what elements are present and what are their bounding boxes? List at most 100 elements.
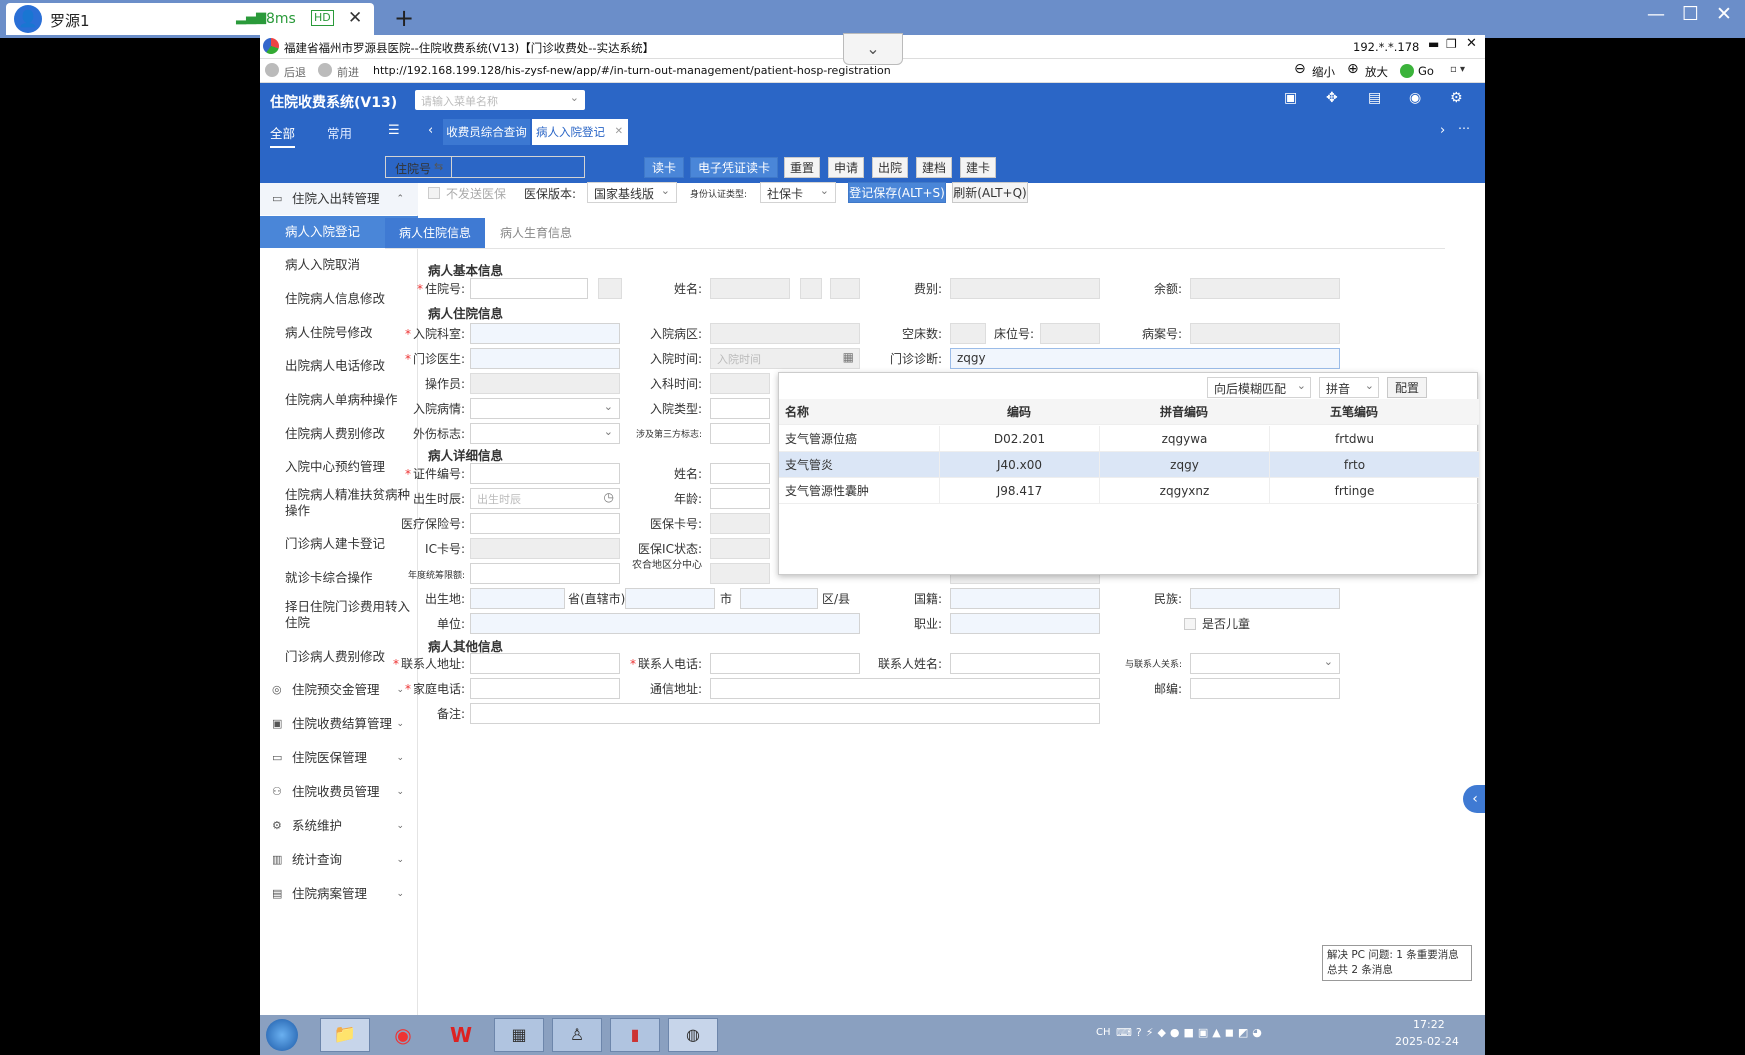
tabs-more-icon[interactable]: ⋯: [1458, 121, 1470, 135]
birth-input[interactable]: 出生时辰 ◷: [470, 488, 620, 509]
sidebar-group-records[interactable]: ▤ 住院病案管理 ⌄: [260, 878, 418, 910]
nav-common-tab[interactable]: 常用: [327, 123, 352, 142]
collapse-toolbar-chevron-icon[interactable]: ⌄: [843, 33, 903, 65]
discharge-button[interactable]: 出院: [872, 157, 908, 178]
window-minimize-icon[interactable]: —: [1647, 4, 1665, 25]
city-input[interactable]: [625, 588, 715, 609]
fee-type-input[interactable]: [950, 278, 1100, 299]
hosp-no-search[interactable]: 住院号 ⇆: [385, 156, 585, 178]
hosp-no-aux[interactable]: [598, 278, 622, 299]
annual-total-input[interactable]: [470, 563, 620, 584]
dept-input[interactable]: [470, 323, 620, 344]
injury-select[interactable]: ⌄: [470, 423, 620, 444]
outer-tab-close-icon[interactable]: ✕: [348, 8, 362, 28]
system-notification[interactable]: 解决 PC 问题: 1 条重要消息 总共 2 条消息: [1322, 945, 1472, 981]
id-no-input[interactable]: [470, 463, 620, 484]
menu-icon[interactable]: ▫ ▾: [1450, 64, 1465, 75]
screen-icon[interactable]: ▣: [1284, 90, 1297, 106]
refresh-button[interactable]: 刷新(ALT+Q): [952, 182, 1028, 203]
app-icon-2[interactable]: ♙: [552, 1018, 602, 1052]
province-input[interactable]: [470, 588, 565, 609]
hosp-no-input[interactable]: [470, 278, 588, 299]
ins-ic-status-input[interactable]: [710, 538, 770, 559]
bed-no-input[interactable]: [1040, 323, 1100, 344]
hamburger-icon[interactable]: ☰: [388, 123, 400, 138]
zoom-out-icon[interactable]: ⊖: [1294, 61, 1306, 77]
eye-icon[interactable]: ◉: [1409, 90, 1421, 106]
dropdown-row[interactable]: 支气管源性囊肿 J98.417 zqgyxnz frtinge: [779, 478, 1479, 504]
doctor-input[interactable]: [470, 348, 620, 369]
browser-close-icon[interactable]: ✕: [1466, 36, 1477, 51]
operator-input[interactable]: [470, 373, 620, 394]
plugin-icon[interactable]: ✥: [1326, 90, 1338, 106]
save-registration-button[interactable]: 登记保存(ALT+S): [848, 182, 946, 203]
mail-addr-input[interactable]: [710, 678, 1100, 699]
name-aux-1[interactable]: [800, 278, 822, 299]
nav-all-tab[interactable]: 全部: [270, 123, 296, 148]
sidebar-group-stats[interactable]: ▥ 统计查询 ⌄: [260, 844, 418, 876]
tab-close-icon[interactable]: ✕: [615, 119, 623, 145]
is-child-checkbox[interactable]: [1184, 618, 1196, 630]
ic-no-input[interactable]: [470, 538, 620, 559]
explorer-icon[interactable]: 📁: [320, 1018, 370, 1052]
nationality-input[interactable]: [950, 588, 1100, 609]
room-no-input[interactable]: [1190, 323, 1340, 344]
sidebar-group-admission[interactable]: ▭ 住院入出转管理 ⌃: [260, 183, 418, 215]
unit-input[interactable]: [470, 613, 860, 634]
balance-input[interactable]: [1190, 278, 1340, 299]
op-diag-input[interactable]: zqgy: [950, 348, 1340, 369]
sidebar-group-system[interactable]: ⚙ 系统维护 ⌄: [260, 810, 418, 842]
wps-icon[interactable]: W: [436, 1018, 486, 1052]
ime-label[interactable]: CH: [1096, 1027, 1111, 1038]
swap-icon[interactable]: ⇆: [434, 160, 443, 173]
input-mode-select[interactable]: 拼音 ⌄: [1319, 377, 1379, 398]
tab-birth-info[interactable]: 病人生育信息: [500, 218, 590, 248]
sidebar-item-cancel[interactable]: 病人入院取消: [260, 249, 418, 281]
rural-area-input[interactable]: [710, 563, 770, 584]
archive-button[interactable]: 建档: [916, 157, 952, 178]
no-insurance-checkbox[interactable]: [428, 187, 440, 199]
side-panel-toggle-icon[interactable]: ‹: [1463, 785, 1487, 813]
dropdown-row-selected[interactable]: 支气管炎 J40.x00 zqgy frto: [779, 452, 1479, 478]
contact-addr-input[interactable]: [470, 653, 620, 674]
his-app-icon[interactable]: ◍: [668, 1018, 718, 1052]
name-aux-2[interactable]: [830, 278, 860, 299]
clock-icon[interactable]: ◷: [604, 490, 614, 504]
apply-button[interactable]: 申请: [828, 157, 864, 178]
menu-search-input[interactable]: 请输入菜单名称 ⌄: [415, 90, 585, 110]
name-input[interactable]: [710, 278, 790, 299]
admit-time-input[interactable]: 入院时间 ▦: [710, 348, 860, 369]
zoom-out-button[interactable]: 缩小: [1312, 64, 1335, 80]
back-icon[interactable]: [265, 63, 279, 77]
back-button[interactable]: 后退: [284, 64, 306, 80]
e-voucher-button[interactable]: 电子凭证读卡: [690, 157, 778, 178]
app-icon-1[interactable]: ▦: [494, 1018, 544, 1052]
home-phone-input[interactable]: [470, 678, 620, 699]
dropdown-row[interactable]: 支气管源位癌 D02.201 zqgywa frtdwu: [779, 426, 1479, 452]
dropdown-config-button[interactable]: 配置: [1387, 377, 1427, 398]
tray-icons[interactable]: ⌨?⚡◆●■▣▲◼◩◕: [1116, 1026, 1266, 1039]
browser-minimize-icon[interactable]: ▬: [1428, 37, 1439, 51]
zoom-in-button[interactable]: 放大: [1365, 64, 1388, 80]
name2-input[interactable]: [710, 463, 770, 484]
url-field[interactable]: http://192.168.199.128/his-zysf-new/app/…: [373, 64, 891, 77]
sidebar-group-insurance[interactable]: ▭ 住院医保管理 ⌄: [260, 742, 418, 774]
document-icon[interactable]: ▤: [1368, 90, 1381, 106]
calendar-icon[interactable]: ▦: [843, 350, 854, 364]
database-icon[interactable]: ▮: [610, 1018, 660, 1052]
age-input[interactable]: [710, 488, 770, 509]
forward-icon[interactable]: [318, 63, 332, 77]
new-tab-icon[interactable]: +: [394, 4, 414, 32]
build-card-button[interactable]: 建卡: [960, 157, 996, 178]
contact-name-input[interactable]: [950, 653, 1100, 674]
tab-hosp-info[interactable]: 病人住院信息: [385, 218, 485, 248]
admit-type-select[interactable]: [710, 398, 770, 419]
ethnicity-input[interactable]: [1190, 588, 1340, 609]
remark-input[interactable]: [470, 703, 1100, 724]
tabs-right-chevron-icon[interactable]: ›: [1440, 123, 1445, 138]
window-close-icon[interactable]: ✕: [1716, 3, 1732, 25]
insurance-version-select[interactable]: 国家基线版 ⌄: [587, 182, 677, 203]
chrome-icon[interactable]: ◉: [378, 1018, 428, 1052]
go-icon[interactable]: [1400, 64, 1414, 78]
window-maximize-icon[interactable]: ☐: [1682, 3, 1699, 25]
